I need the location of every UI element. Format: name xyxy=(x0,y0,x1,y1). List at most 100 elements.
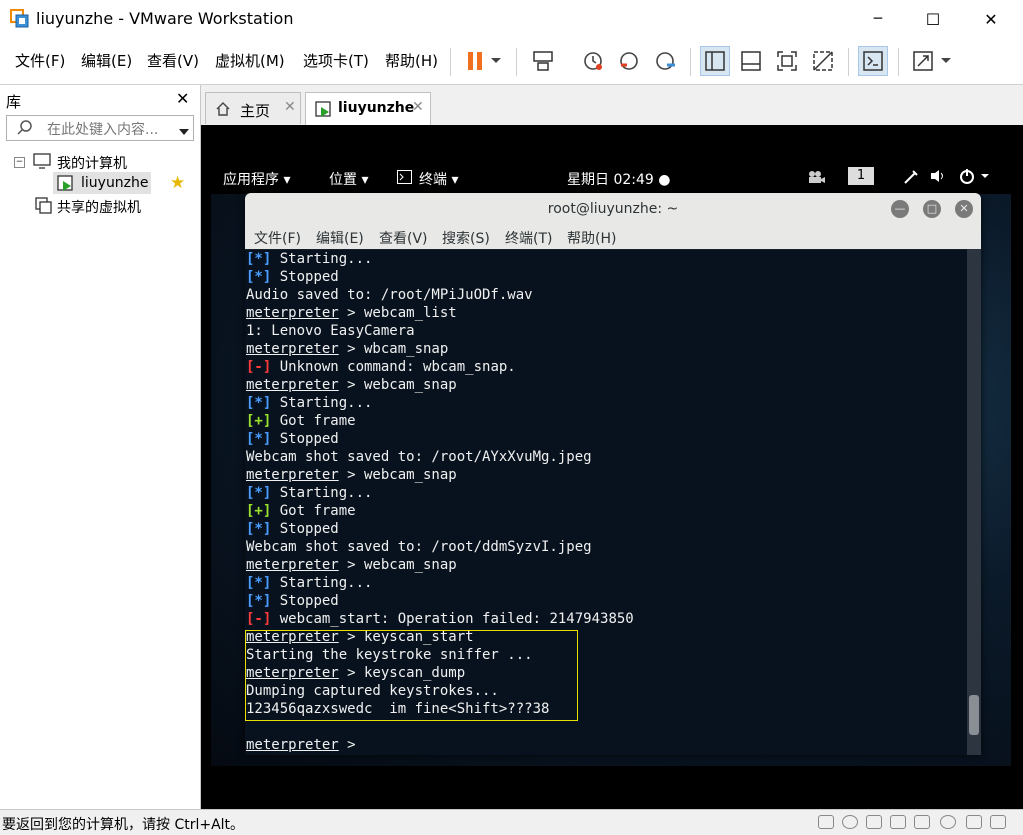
search-placeholder: 在此处键入内容... xyxy=(47,122,159,138)
vm-running-icon xyxy=(315,101,333,123)
terminal-line: Webcam shot saved to: /root/AYxXvuMg.jpe… xyxy=(246,448,592,466)
library-title: 库 xyxy=(6,93,22,111)
library-toggle-icon[interactable] xyxy=(700,46,730,76)
terminal-menubar: 文件(F) 编辑(E) 查看(V) 搜索(S) 终端(T) 帮助(H) xyxy=(245,225,981,250)
terminal-maximize-icon[interactable]: □ xyxy=(923,200,941,218)
line-text: Webcam shot saved to: /root/AYxXvuMg.jpe… xyxy=(246,449,592,465)
volume-icon[interactable] xyxy=(929,168,947,188)
tab-liuyunzhe[interactable]: liuyunzhe ✕ xyxy=(305,92,431,126)
send-ctrl-alt-del-icon[interactable] xyxy=(528,46,558,76)
status-tag: [*] xyxy=(246,593,272,609)
terminal-line: Audio saved to: /root/MPiJuODf.wav xyxy=(246,286,533,304)
line-text: Stopped xyxy=(271,593,339,609)
line-text: 1: Lenovo EasyCamera xyxy=(246,323,415,339)
toolbar-separator xyxy=(848,48,849,76)
chevron-down-icon[interactable] xyxy=(936,46,956,76)
tree-shared-vms[interactable]: 共享的虚拟机 xyxy=(57,197,141,217)
applications-menu[interactable]: 应用程序 ▾ xyxy=(223,169,290,189)
terminal-app-menu[interactable]: 终端 ▾ xyxy=(419,169,458,189)
line-text: Starting... xyxy=(271,485,373,501)
terminal-menu-edit[interactable]: 编辑(E) xyxy=(316,228,364,248)
menu-file[interactable]: 文件(F) xyxy=(15,50,65,71)
status-tag: [*] xyxy=(246,431,272,447)
library-close-icon[interactable]: ✕ xyxy=(176,89,189,108)
line-text: > webcam_snap xyxy=(338,467,457,483)
maximize-button[interactable]: ☐ xyxy=(910,0,956,38)
scrollbar-thumb[interactable] xyxy=(969,695,979,735)
status-tag: [*] xyxy=(246,575,272,591)
minimize-button[interactable]: ─ xyxy=(855,0,901,38)
tab-home-close-icon[interactable]: ✕ xyxy=(284,99,296,115)
line-text: > webcam_snap xyxy=(338,557,457,573)
cd-icon[interactable] xyxy=(842,815,858,829)
line-text: > webcam_snap xyxy=(338,377,457,393)
close-button[interactable]: ✕ xyxy=(968,0,1014,38)
chevron-down-icon[interactable] xyxy=(179,124,189,140)
thumbnail-bar-icon[interactable] xyxy=(736,46,766,76)
unity-mode-icon[interactable] xyxy=(808,46,838,76)
power-icon[interactable] xyxy=(959,168,989,188)
clock[interactable]: 星期日 02:49 ● xyxy=(567,169,670,189)
line-text: Stopped xyxy=(271,269,339,285)
display-icon[interactable] xyxy=(966,815,982,829)
message-icon[interactable] xyxy=(990,815,1006,829)
toolbar-separator xyxy=(690,48,691,76)
terminal-menu-search[interactable]: 搜索(S) xyxy=(442,228,490,248)
menu-edit[interactable]: 编辑(E) xyxy=(81,50,132,71)
menu-vm[interactable]: 虚拟机(M) xyxy=(215,50,285,71)
sound-card-icon[interactable] xyxy=(914,815,930,829)
tree-my-computer[interactable]: 我的计算机 xyxy=(57,153,127,173)
console-view-icon[interactable] xyxy=(858,46,888,76)
camera-icon[interactable] xyxy=(940,815,956,829)
hdd-icon[interactable] xyxy=(818,815,834,829)
snapshot-manager-icon[interactable] xyxy=(650,46,680,76)
library-panel: 库 ✕ 在此处键入内容... − 我的计算机 liuyunzhe ★ 共享的虚拟… xyxy=(0,85,201,809)
keystroke-highlight-box xyxy=(245,630,578,721)
meterpreter-prompt: meterpreter xyxy=(246,467,339,483)
pen-icon[interactable] xyxy=(903,169,919,189)
toolbar-separator xyxy=(450,48,451,76)
network-icon[interactable] xyxy=(866,815,882,829)
tab-home[interactable]: 主页 ✕ xyxy=(205,92,301,124)
library-search-input[interactable]: 在此处键入内容... xyxy=(6,115,194,141)
terminal-titlebar[interactable]: root@liuyunzhe: ~ — □ ✕ xyxy=(245,193,981,225)
terminal-line: [-] Unknown command: wbcam_snap. xyxy=(246,358,516,376)
terminal-line: [-] webcam_start: Operation failed: 2147… xyxy=(246,610,634,628)
terminal-menu-file[interactable]: 文件(F) xyxy=(254,228,301,248)
workspace-indicator[interactable]: 1 xyxy=(848,167,874,185)
terminal-menu-view[interactable]: 查看(V) xyxy=(379,228,428,248)
meterpreter-prompt: meterpreter xyxy=(246,377,339,393)
menu-help[interactable]: 帮助(H) xyxy=(385,50,438,71)
usb-icon[interactable] xyxy=(890,815,906,829)
stretch-icon[interactable] xyxy=(908,46,938,76)
terminal-line: [*] Stopped xyxy=(246,268,339,286)
terminal-line: [*] Stopped xyxy=(246,520,339,538)
line-text: > xyxy=(338,737,365,753)
terminal-close-icon[interactable]: ✕ xyxy=(955,200,973,218)
status-tag: [*] xyxy=(246,395,272,411)
menu-view[interactable]: 查看(V) xyxy=(147,50,199,71)
chevron-down-icon[interactable] xyxy=(486,46,506,76)
line-text: Got frame xyxy=(271,413,356,429)
favorite-star-icon[interactable]: ★ xyxy=(170,173,185,193)
fullscreen-icon[interactable] xyxy=(772,46,802,76)
tree-vm-liuyunzhe[interactable]: liuyunzhe xyxy=(81,175,149,191)
tree-collapse-icon[interactable]: − xyxy=(14,157,25,168)
revert-snapshot-icon[interactable] xyxy=(614,46,644,76)
gnome-top-bar: 应用程序 ▾ 位置 ▾ 终端 ▾ 星期日 02:49 ● 1 xyxy=(211,160,1011,194)
tab-liuyunzhe-close-icon[interactable]: ✕ xyxy=(412,99,424,115)
terminal-minimize-icon[interactable]: — xyxy=(891,200,909,218)
terminal-menu-terminal[interactable]: 终端(T) xyxy=(505,228,552,248)
line-text: Audio saved to: /root/MPiJuODf.wav xyxy=(246,287,533,303)
video-icon[interactable] xyxy=(808,170,826,188)
terminal-line: Webcam shot saved to: /root/ddmSyzvI.jpe… xyxy=(246,538,592,556)
places-menu[interactable]: 位置 ▾ xyxy=(329,169,368,189)
terminal-scrollbar[interactable] xyxy=(967,249,981,755)
status-text: 要返回到您的计算机，请按 Ctrl+Alt。 xyxy=(2,817,245,833)
snapshot-icon[interactable] xyxy=(578,46,608,76)
search-icon xyxy=(17,119,33,139)
terminal-line: meterpreter > webcam_list xyxy=(246,304,457,322)
tab-home-label: 主页 xyxy=(240,102,271,120)
terminal-menu-help[interactable]: 帮助(H) xyxy=(567,228,616,248)
menu-tabs[interactable]: 选项卡(T) xyxy=(303,50,369,71)
